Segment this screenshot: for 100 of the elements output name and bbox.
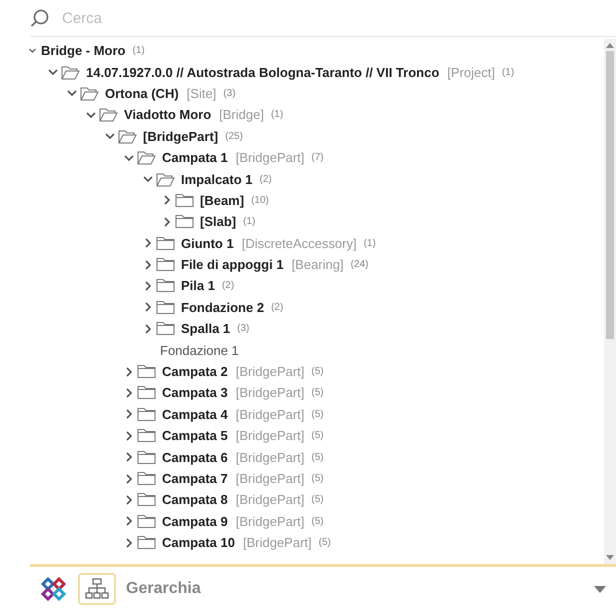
tree-item[interactable]: Fondazione 2 (2) bbox=[28, 296, 604, 318]
folder-icon bbox=[137, 406, 156, 422]
item-name: [Slab] bbox=[200, 214, 236, 230]
tree-item[interactable]: Campata 10 [BridgePart] (5) bbox=[28, 532, 604, 554]
item-type: [DiscreteAccessory] bbox=[242, 236, 357, 251]
search-icon bbox=[30, 9, 50, 27]
item-type: [BridgePart] bbox=[236, 428, 304, 444]
tree-item[interactable]: Campata 6 [BridgePart] (5) bbox=[28, 446, 604, 468]
folder-icon bbox=[156, 257, 175, 272]
tree-item[interactable]: Campata 3 [BridgePart] (5) bbox=[28, 382, 604, 404]
item-count: (5) bbox=[318, 537, 331, 548]
tree-item[interactable]: Campata 1 [BridgePart] (7) bbox=[28, 146, 604, 168]
tree-item[interactable]: Campata 2 [BridgePart] (5) bbox=[28, 360, 604, 382]
hierarchy-button[interactable] bbox=[78, 573, 116, 605]
folder-icon bbox=[156, 321, 175, 336]
item-count: (10) bbox=[251, 194, 269, 206]
item-name: Campata 2 bbox=[162, 364, 228, 380]
item-count: (3) bbox=[237, 323, 250, 334]
tree-item[interactable]: 14.07.1927.0.0 // Autostrada Bologna-Taranto // VII Tronco [Project] (1) bbox=[28, 61, 604, 83]
item-name: Bridge - Moro bbox=[41, 43, 126, 58]
item-name: Fondazione 1 bbox=[160, 342, 239, 358]
item-count: (5) bbox=[311, 408, 324, 420]
item-count: (2) bbox=[260, 174, 272, 185]
tree-item[interactable]: Spalla 1 (3) bbox=[28, 318, 604, 340]
item-type: [BridgePart] bbox=[236, 492, 304, 508]
tree-item[interactable]: File di appoggi 1 [Bearing] (24) bbox=[28, 254, 604, 276]
tree-item[interactable]: Campata 8 [BridgePart] (5) bbox=[28, 489, 604, 511]
search-field[interactable]: Cerca bbox=[60, 8, 364, 28]
folder-icon bbox=[137, 535, 156, 550]
tree-item[interactable]: [Beam] (10) bbox=[28, 190, 604, 212]
item-type: [BridgePart] bbox=[236, 471, 304, 486]
scrollbar-thumb[interactable] bbox=[606, 51, 614, 339]
tree-item[interactable]: Campata 5 [BridgePart] (5) bbox=[28, 425, 604, 446]
item-name: Campata 4 bbox=[162, 406, 228, 422]
scroll-up-icon[interactable] bbox=[606, 42, 614, 48]
folder-icon bbox=[99, 107, 118, 122]
view-label: Gerarchia bbox=[126, 580, 202, 598]
tree-item[interactable]: Campata 4 [BridgePart] (5) bbox=[28, 404, 604, 426]
item-name: Pila 1 bbox=[181, 278, 215, 294]
item-name: Fondazione 2 bbox=[181, 300, 264, 315]
folder-icon bbox=[175, 192, 194, 208]
item-count: (25) bbox=[225, 130, 243, 142]
folder-icon bbox=[156, 172, 175, 187]
item-count: (3) bbox=[223, 88, 236, 99]
chevron-down-icon[interactable] bbox=[28, 46, 37, 56]
item-count: (5) bbox=[311, 494, 324, 506]
folder-icon bbox=[175, 214, 194, 230]
folder-icon bbox=[80, 86, 99, 101]
folder-icon bbox=[156, 236, 175, 251]
item-name: Campata 1 bbox=[162, 150, 228, 166]
item-name: Viadotto Moro bbox=[124, 107, 212, 122]
folder-icon bbox=[137, 471, 156, 486]
tree-item[interactable]: Impalcato 1 (2) bbox=[28, 168, 604, 190]
tree-item[interactable]: Pila 1 (2) bbox=[28, 275, 604, 297]
item-name: [BridgePart] bbox=[143, 128, 218, 144]
folder-icon bbox=[156, 278, 175, 294]
item-name: Campata 10 bbox=[162, 535, 235, 550]
item-name: [Beam] bbox=[200, 192, 244, 208]
tree-item[interactable]: Fondazione 1 bbox=[28, 339, 604, 361]
tree-item[interactable]: Ortona (CH) [Site] (3) bbox=[28, 82, 604, 104]
folder-icon bbox=[118, 128, 137, 144]
folder-icon bbox=[137, 492, 156, 508]
scrollbar[interactable] bbox=[604, 39, 616, 564]
tree-item[interactable]: Campata 7 [BridgePart] (5) bbox=[28, 468, 604, 490]
tree-item[interactable]: Campata 9 [BridgePart] (5) bbox=[28, 510, 604, 532]
item-type: [BridgePart] bbox=[236, 364, 304, 380]
item-count: (2) bbox=[271, 302, 284, 313]
item-count: (5) bbox=[311, 452, 324, 463]
item-name: Campata 8 bbox=[162, 492, 228, 508]
dropdown-caret-icon[interactable] bbox=[594, 586, 606, 592]
item-count: (2) bbox=[222, 280, 234, 292]
tree-item[interactable]: Viadotto Moro [Bridge] (1) bbox=[28, 104, 604, 126]
item-type: [BridgePart] bbox=[236, 150, 304, 166]
item-type: [Project] bbox=[447, 64, 495, 80]
tree-item[interactable]: [BridgePart] (25) bbox=[28, 126, 604, 147]
tree-item[interactable]: Giunto 1 [DiscreteAccessory] (1) bbox=[28, 232, 604, 254]
item-count: (1) bbox=[270, 109, 284, 120]
item-type: [BridgePart] bbox=[242, 535, 312, 550]
item-name: Campata 6 bbox=[162, 450, 228, 465]
scroll-down-icon[interactable] bbox=[606, 555, 614, 561]
item-count: (5) bbox=[311, 387, 324, 398]
folder-icon bbox=[137, 150, 156, 166]
item-type: [BridgePart] bbox=[236, 514, 304, 529]
item-name: File di appoggi 1 bbox=[181, 257, 284, 272]
item-name: Campata 9 bbox=[162, 514, 228, 529]
folder-icon bbox=[156, 300, 175, 315]
item-name: Ortona (CH) bbox=[105, 86, 179, 101]
item-name: Campata 7 bbox=[162, 471, 228, 486]
item-name: Impalcato 1 bbox=[181, 172, 253, 187]
item-name: Campata 5 bbox=[162, 428, 228, 444]
folder-icon bbox=[137, 428, 156, 444]
item-name: 14.07.1927.0.0 // Autostrada Bologna-Taranto // VII Tronco bbox=[86, 64, 440, 80]
item-name: Spalla 1 bbox=[181, 321, 230, 336]
item-count: (5) bbox=[311, 366, 324, 378]
folder-icon bbox=[61, 64, 80, 80]
item-name: Campata 3 bbox=[162, 385, 228, 400]
tree-item[interactable]: [Slab] (1) bbox=[28, 211, 604, 233]
logo-icon bbox=[40, 576, 68, 602]
item-type: [Bridge] bbox=[219, 107, 264, 122]
tree-item[interactable]: Bridge - Moro (1) bbox=[28, 40, 604, 62]
